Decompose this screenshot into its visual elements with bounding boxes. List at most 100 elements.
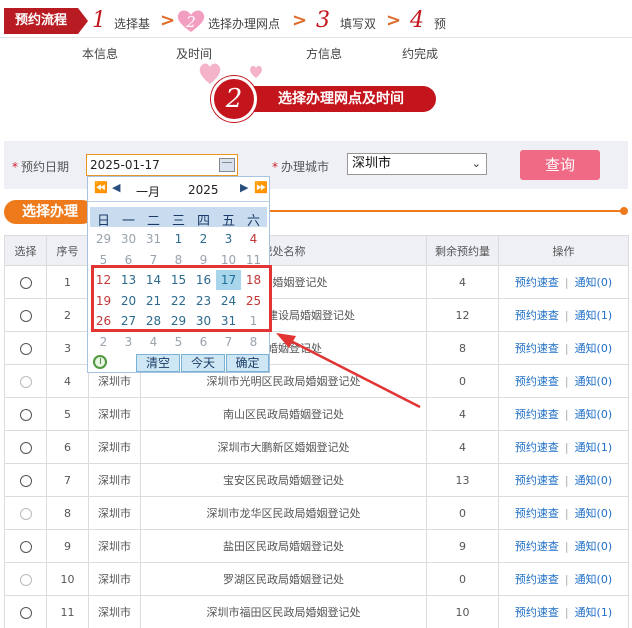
next-month-icon[interactable]: ▶: [240, 181, 248, 194]
book-lookup-link[interactable]: 预约速查: [515, 573, 559, 586]
notice-link[interactable]: 通知(1): [575, 309, 613, 322]
calendar-day[interactable]: 5: [166, 332, 191, 352]
city-select[interactable]: 深圳市 ⌄: [347, 153, 487, 175]
prev-year-icon[interactable]: ⏪: [94, 181, 108, 194]
calendar-day[interactable]: 3: [216, 229, 241, 249]
clock-icon[interactable]: [93, 355, 107, 369]
row-select-cell: [4, 595, 47, 628]
row-select-cell: [4, 496, 47, 530]
query-button[interactable]: 查询: [520, 150, 600, 180]
row-actions: 预约速查 | 通知(0): [498, 364, 629, 398]
book-lookup-link[interactable]: 预约速查: [515, 342, 559, 355]
calendar-day[interactable]: 2: [191, 229, 216, 249]
step-4-number: 4: [410, 8, 424, 33]
row-radio[interactable]: [19, 606, 32, 619]
row-select-cell: [4, 463, 47, 497]
book-lookup-link[interactable]: 预约速查: [515, 606, 559, 619]
calendar-day[interactable]: 3: [116, 332, 141, 352]
notice-link[interactable]: 通知(0): [575, 408, 613, 421]
row-city: 深圳市: [88, 595, 141, 628]
notice-link[interactable]: 通知(0): [575, 573, 613, 586]
notice-link[interactable]: 通知(1): [575, 441, 613, 454]
row-select-cell: [4, 430, 47, 464]
row-radio[interactable]: [19, 441, 32, 454]
calendar-day[interactable]: 4: [241, 229, 266, 249]
notice-link[interactable]: 通知(0): [575, 342, 613, 355]
today-button[interactable]: 今天: [181, 354, 225, 372]
calendar-day[interactable]: 7: [216, 332, 241, 352]
table-row[interactable]: 7 深圳市 宝安区民政局婚姻登记处 13 预约速查 | 通知(0): [4, 463, 629, 497]
calendar-day[interactable]: 31: [141, 229, 166, 249]
row-city: 深圳市: [88, 496, 141, 530]
calendar-day[interactable]: 6: [191, 332, 216, 352]
row-radio[interactable]: [19, 342, 32, 355]
book-lookup-link[interactable]: 预约速查: [515, 276, 559, 289]
row-actions: 预约速查 | 通知(0): [498, 463, 629, 497]
book-lookup-link[interactable]: 预约速查: [515, 375, 559, 388]
notice-link[interactable]: 通知(0): [575, 540, 613, 553]
book-lookup-link[interactable]: 预约速查: [515, 474, 559, 487]
calendar-icon[interactable]: [219, 158, 235, 172]
confirm-button[interactable]: 确定: [226, 354, 269, 372]
link-divider: |: [564, 573, 569, 586]
row-radio[interactable]: [19, 540, 32, 553]
row-index: 5: [46, 397, 89, 431]
row-radio[interactable]: [19, 408, 32, 421]
book-lookup-link[interactable]: 预约速查: [515, 540, 559, 553]
row-city: 深圳市: [88, 529, 141, 563]
table-row[interactable]: 10 深圳市 罗湖区民政局婚姻登记处 0 预约速查 | 通知(0): [4, 562, 629, 596]
notice-link[interactable]: 通知(0): [575, 507, 613, 520]
calendar-day[interactable]: 1: [166, 229, 191, 249]
notice-link[interactable]: 通知(0): [575, 375, 613, 388]
date-picker-footer: 清空 今天 确定: [88, 353, 269, 373]
calendar-day[interactable]: 8: [241, 332, 266, 352]
date-input[interactable]: 2025-01-17: [86, 154, 238, 176]
notice-link[interactable]: 通知(1): [575, 606, 613, 619]
row-actions: 预约速查 | 通知(1): [498, 430, 629, 464]
row-select-cell: [4, 298, 47, 332]
prev-month-icon[interactable]: ◀: [112, 181, 120, 194]
row-radio[interactable]: [19, 276, 32, 289]
table-row[interactable]: 6 深圳市 深圳市大鹏新区婚姻登记处 4 预约速查 | 通知(1): [4, 430, 629, 464]
link-divider: |: [564, 309, 569, 322]
table-row[interactable]: 9 深圳市 盐田区民政局婚姻登记处 9 预约速查 | 通知(0): [4, 529, 629, 563]
weekday-label: 一: [121, 214, 135, 229]
row-remaining: 0: [426, 364, 499, 398]
book-lookup-link[interactable]: 预约速查: [515, 309, 559, 322]
row-radio[interactable]: [19, 309, 32, 322]
step-3-subtitle: 方信息: [306, 47, 343, 61]
row-select-cell: [4, 529, 47, 563]
weekday-label: 五: [221, 214, 235, 229]
weekday-label: 四: [196, 214, 210, 229]
calendar-day[interactable]: 29: [91, 229, 116, 249]
calendar-month[interactable]: 一月: [136, 183, 160, 200]
col-header-select: 选择: [4, 235, 47, 266]
clear-button[interactable]: 清空: [136, 354, 180, 372]
link-divider: |: [564, 375, 569, 388]
notice-link[interactable]: 通知(0): [575, 474, 613, 487]
calendar-day[interactable]: 30: [116, 229, 141, 249]
book-lookup-link[interactable]: 预约速查: [515, 507, 559, 520]
link-divider: |: [564, 474, 569, 487]
row-actions: 预约速查 | 通知(0): [498, 529, 629, 563]
link-divider: |: [564, 606, 569, 619]
row-radio[interactable]: [19, 474, 32, 487]
row-actions: 预约速查 | 通知(0): [498, 331, 629, 365]
book-lookup-link[interactable]: 预约速查: [515, 441, 559, 454]
table-row[interactable]: 8 深圳市 深圳市龙华区民政局婚姻登记处 0 预约速查 | 通知(0): [4, 496, 629, 530]
step-2-number: 2: [185, 13, 196, 31]
row-actions: 预约速查 | 通知(1): [498, 298, 629, 332]
calendar-day[interactable]: 2: [91, 332, 116, 352]
book-lookup-link[interactable]: 预约速查: [515, 408, 559, 421]
calendar-day[interactable]: 4: [141, 332, 166, 352]
table-row[interactable]: 5 深圳市 南山区民政局婚姻登记处 4 预约速查 | 通知(0): [4, 397, 629, 431]
row-index: 2: [46, 298, 89, 332]
row-remaining: 0: [426, 496, 499, 530]
row-city: 深圳市: [88, 562, 141, 596]
notice-link[interactable]: 通知(0): [575, 276, 613, 289]
next-year-icon[interactable]: ⏩: [254, 181, 268, 194]
row-select-cell: [4, 364, 47, 398]
table-row[interactable]: 11 深圳市 深圳市福田区民政局婚姻登记处 10 预约速查 | 通知(1): [4, 595, 629, 628]
calendar-year[interactable]: 2025: [188, 183, 219, 197]
row-office-name: 盐田区民政局婚姻登记处: [140, 529, 427, 563]
